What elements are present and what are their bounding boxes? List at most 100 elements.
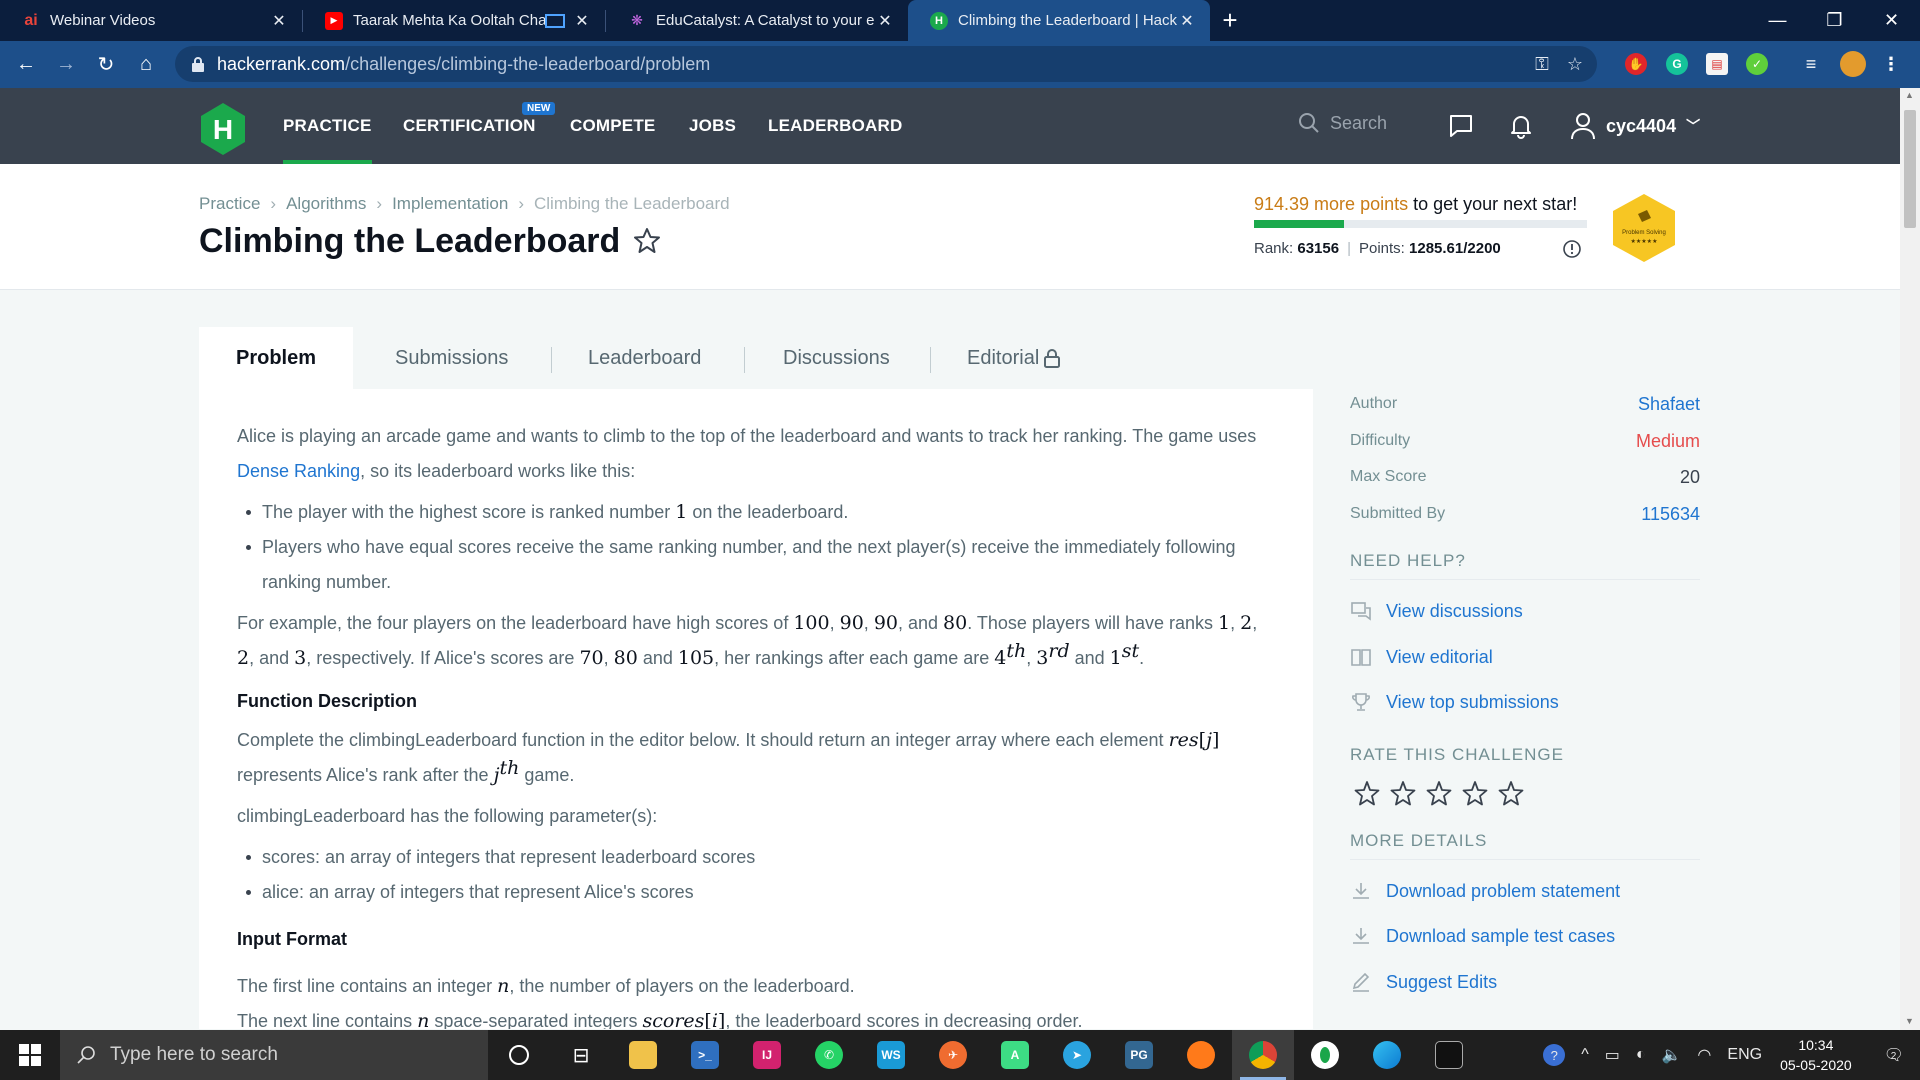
extension-pdf-icon[interactable]: ▤ [1706,53,1728,75]
if-text: The first line contains an integer [237,976,498,996]
back-button[interactable]: ← [6,45,46,85]
nav-jobs[interactable]: JOBS [689,116,736,136]
taskbar-powershell[interactable]: >_ [674,1030,736,1080]
close-icon[interactable]: ✕ [573,11,591,31]
download-statement-link[interactable]: Download problem statement [1350,880,1620,902]
math-superscript: rd [1048,640,1070,662]
bookmark-star-icon[interactable]: ☆ [1567,54,1583,75]
notifications-icon[interactable]: 🗨 2 [1884,1045,1904,1065]
taskbar-green-app[interactable] [1294,1030,1356,1080]
start-button[interactable] [0,1030,60,1080]
breadcrumb-implementation[interactable]: Implementation [392,194,508,214]
nav-practice[interactable]: PRACTICE [283,116,372,164]
breadcrumb-algorithms[interactable]: Algorithms [286,194,366,214]
taskbar-webstorm[interactable]: WS [860,1030,922,1080]
tab-problem[interactable]: Problem [199,327,354,389]
extension-adblock-icon[interactable]: ✋ [1625,53,1647,75]
tab-submissions[interactable]: Submissions [395,327,508,389]
taskbar-chrome[interactable] [1232,1030,1294,1080]
taskbar-android-studio[interactable]: A [984,1030,1046,1080]
browser-tab-hackerrank[interactable]: H Climbing the Leaderboard | Hack ✕ [908,0,1210,41]
wifi-icon[interactable]: ◠ [1697,1045,1711,1065]
media-queue-icon[interactable]: ≡ [1800,53,1822,75]
rating-star-icon[interactable] [1426,780,1452,806]
dense-ranking-link[interactable]: Dense Ranking [237,461,360,481]
rating-star-icon[interactable] [1390,780,1416,806]
view-discussions-link[interactable]: View discussions [1350,600,1523,622]
submitted-by-link[interactable]: 115634 [1641,504,1700,525]
author-link[interactable]: Shafaet [1638,394,1700,415]
picture-in-picture-icon[interactable] [545,13,565,28]
nav-compete[interactable]: COMPETE [570,116,655,136]
volume-icon[interactable]: 🔈 [1662,1045,1682,1065]
scroll-down-icon[interactable]: ▼ [1905,1016,1915,1026]
view-top-submissions-link[interactable]: View top submissions [1350,691,1559,713]
rating-star-icon[interactable] [1498,780,1524,806]
page-title: Climbing the Leaderboard [199,222,621,260]
extension-check-icon[interactable]: ✓ [1746,53,1768,75]
tab-editorial[interactable]: Editorial [967,327,1061,389]
user-menu[interactable]: cyc4404 ﹀ [1570,112,1700,140]
intro-text: , so its leaderboard works like this: [360,461,636,481]
math-number: 4 [994,647,1007,669]
bell-icon[interactable] [1508,113,1534,139]
info-icon[interactable] [1562,239,1582,259]
nav-leaderboard[interactable]: LEADERBOARD [768,116,902,136]
new-tab-button[interactable]: + [1210,0,1250,41]
search-input[interactable]: Search [1298,112,1387,134]
forward-button[interactable]: → [46,45,86,85]
language-indicator[interactable]: ENG [1727,1046,1762,1064]
browser-tab-webinar[interactable]: ai Webinar Videos ✕ [0,0,302,41]
nav-certification[interactable]: CERTIFICATION [403,116,536,136]
taskbar-terminal[interactable] [1418,1030,1480,1080]
tab-title: Taarak Mehta Ka Ooltah Cha [353,12,545,29]
close-icon[interactable]: ✕ [876,11,894,31]
taskbar-whatsapp[interactable]: ✆ [798,1030,860,1080]
scrollbar-thumb[interactable] [1904,110,1916,228]
close-icon[interactable]: ✕ [1178,11,1196,31]
app-tray-icon[interactable]: ◐ [1636,1046,1646,1064]
extension-grammarly-icon[interactable]: G [1666,53,1688,75]
clock[interactable]: 10:34 05-05-2020 [1780,1035,1852,1075]
suggest-edits-link[interactable]: Suggest Edits [1350,971,1497,993]
tab-leaderboard[interactable]: Leaderboard [588,327,701,389]
url-bar[interactable]: hackerrank.com/challenges/climbing-the-l… [175,46,1597,82]
hackerrank-logo-icon[interactable]: H [199,102,247,156]
taskbar-postgres[interactable]: PG [1108,1030,1170,1080]
chat-icon[interactable] [1448,113,1474,139]
taskbar-edge[interactable] [1356,1030,1418,1080]
page-scrollbar[interactable]: ▲ ▼ [1900,88,1920,1030]
taskbar-firefox[interactable] [1170,1030,1232,1080]
tab-discussions[interactable]: Discussions [783,327,890,389]
bookmark-star-icon[interactable] [632,226,662,256]
rating-star-icon[interactable] [1354,780,1380,806]
reload-button[interactable]: ↻ [86,45,126,85]
battery-icon[interactable]: ▭ [1605,1045,1620,1065]
task-view-cortana[interactable] [488,1030,550,1080]
browser-menu-icon[interactable]: ⋮ [1880,53,1902,75]
chevron-up-icon[interactable]: ^ [1581,1046,1589,1064]
browser-tab-youtube[interactable]: ▶ Taarak Mehta Ka Ooltah Cha ✕ [303,0,605,41]
profile-avatar[interactable] [1840,51,1866,77]
close-window-icon[interactable]: ✕ [1863,0,1920,41]
breadcrumb-practice[interactable]: Practice [199,194,260,214]
scroll-up-icon[interactable]: ▲ [1905,90,1915,100]
home-button[interactable]: ⌂ [126,45,166,85]
taskbar-intellij[interactable]: IJ [736,1030,798,1080]
taskbar-search-input[interactable]: Type here to search [60,1030,488,1080]
task-view-button[interactable]: ⊟ [550,1030,612,1080]
taskbar-telegram[interactable]: ➤ [1046,1030,1108,1080]
download-test-cases-link[interactable]: Download sample test cases [1350,925,1615,947]
view-editorial-link[interactable]: View editorial [1350,646,1493,668]
problem-solving-badge[interactable]: Problem Solving ★★★★★ [1611,192,1677,264]
browser-tab-educatalyst[interactable]: ❋ EduCatalyst: A Catalyst to your e ✕ [606,0,908,41]
taskbar-file-explorer[interactable] [612,1030,674,1080]
help-icon[interactable]: ? [1543,1044,1566,1066]
key-icon[interactable]: ⚿ [1535,54,1549,75]
restore-icon[interactable]: ❐ [1806,0,1863,41]
close-icon[interactable]: ✕ [270,11,288,31]
taskbar-postman[interactable]: ✈ [922,1030,984,1080]
rating-star-icon[interactable] [1462,780,1488,806]
meta-key: Submitted By [1350,505,1446,522]
minimize-icon[interactable]: — [1749,0,1806,41]
